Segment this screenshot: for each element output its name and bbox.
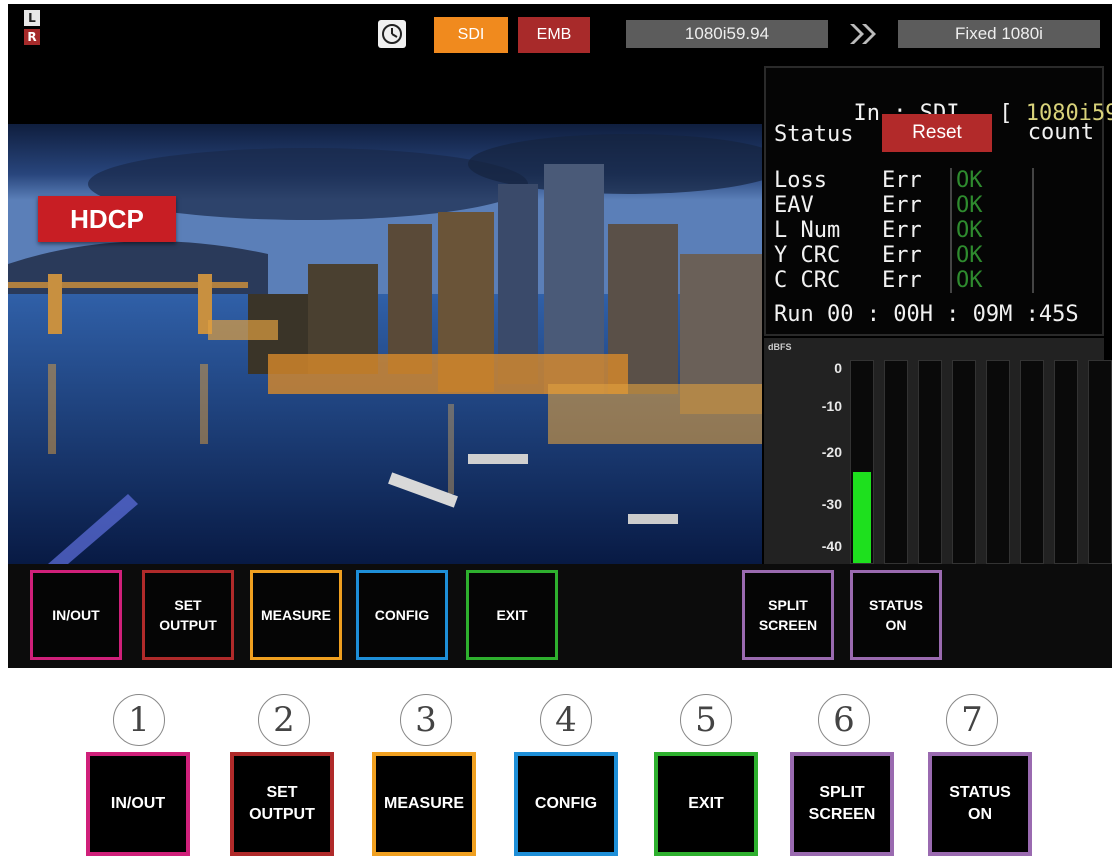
split-screen-button[interactable]: SPLIT SCREEN <box>742 570 834 660</box>
audio-channel-bar <box>1088 360 1112 564</box>
meter-tick: -30 <box>821 496 842 512</box>
signal-status-panel: In : SDI [ 1080i59.94 ] Status Reset cou… <box>764 66 1112 336</box>
meter-tick: -20 <box>821 444 842 460</box>
audio-channel-bar <box>952 360 976 564</box>
video-preview: HDCP <box>8 124 762 564</box>
monitor-screen: L R SDI EMB 1080i59.94 Fixed 1080i HDCP … <box>8 4 1112 668</box>
error-type: Err <box>882 243 922 268</box>
error-state: OK <box>950 193 1034 218</box>
error-row-eav: EAV Err OK <box>774 193 1034 218</box>
bracket-open: [ <box>999 101 1013 126</box>
run-time: Run 00 : 00H : 09M :45S <box>774 302 1079 327</box>
error-type: Err <box>882 168 922 193</box>
legend-set-output-button: SET OUTPUT <box>230 752 334 856</box>
error-name: EAV <box>774 193 814 218</box>
legend-exit-button: EXIT <box>654 752 758 856</box>
legend-number: 6 <box>818 694 870 746</box>
legend-number: 7 <box>946 694 998 746</box>
meter-unit-label: dBFS <box>768 342 792 352</box>
error-row-loss: Loss Err OK <box>774 168 1034 193</box>
audio-left-label: L <box>24 10 40 26</box>
audio-channel-bar <box>1020 360 1044 564</box>
error-type: Err <box>882 268 922 293</box>
exit-button[interactable]: EXIT <box>466 570 558 660</box>
city-night-image <box>8 124 762 564</box>
audio-channel-bar <box>884 360 908 564</box>
audio-level-fill <box>853 472 871 563</box>
audio-right-label: R <box>24 29 40 45</box>
legend-number: 2 <box>258 694 310 746</box>
error-name: L Num <box>774 218 841 243</box>
error-name: Y CRC <box>774 243 841 268</box>
input-format-display: 1080i59.94 <box>626 20 828 48</box>
source-emb-button[interactable]: EMB <box>518 17 590 53</box>
legend-config-button: CONFIG <box>514 752 618 856</box>
meter-tick: -40 <box>821 538 842 554</box>
double-chevron-right-icon <box>850 24 876 44</box>
output-format-display: Fixed 1080i <box>898 20 1100 48</box>
measure-button[interactable]: MEASURE <box>250 570 342 660</box>
error-state: OK <box>950 268 1034 293</box>
status-label: Status <box>774 122 854 147</box>
in-out-button[interactable]: IN/OUT <box>30 570 122 660</box>
error-name: C CRC <box>774 268 841 293</box>
count-label: count <box>1027 120 1094 145</box>
set-output-button[interactable]: SET OUTPUT <box>142 570 234 660</box>
config-button[interactable]: CONFIG <box>356 570 448 660</box>
audio-level-meter: dBFS 0 -10 -20 -30 -40 <box>764 338 1112 564</box>
error-type: Err <box>882 193 922 218</box>
reset-button[interactable]: Reset <box>882 114 992 152</box>
meter-tick: -10 <box>821 398 842 414</box>
error-name: Loss <box>774 168 827 193</box>
hdcp-warning-badge: HDCP <box>38 196 176 242</box>
error-state: OK <box>950 243 1034 268</box>
legend-measure-button: MEASURE <box>372 752 476 856</box>
error-type: Err <box>882 218 922 243</box>
audio-channel-bar <box>1054 360 1078 564</box>
audio-channel-bar <box>986 360 1010 564</box>
clock-icon[interactable] <box>378 20 406 48</box>
legend-number: 5 <box>680 694 732 746</box>
audio-channel-bar <box>850 360 874 564</box>
legend-in-out-button: IN/OUT <box>86 752 190 856</box>
error-state: OK <box>950 218 1034 243</box>
error-table: Loss Err OK EAV Err OK L Num Err OK Y CR… <box>774 168 1034 293</box>
error-row-ycrc: Y CRC Err OK <box>774 243 1034 268</box>
audio-channel-bar <box>918 360 942 564</box>
error-state: OK <box>950 168 1034 193</box>
function-menu-bar: IN/OUT SET OUTPUT MEASURE CONFIG EXIT SP… <box>8 564 1112 668</box>
source-sdi-button[interactable]: SDI <box>434 17 508 53</box>
error-row-lnum: L Num Err OK <box>774 218 1034 243</box>
status-on-button[interactable]: STATUS ON <box>850 570 942 660</box>
meter-tick: 0 <box>834 360 842 376</box>
error-row-ccrc: C CRC Err OK <box>774 268 1034 293</box>
legend-number: 1 <box>113 694 165 746</box>
legend-status-on-button: STATUS ON <box>928 752 1032 856</box>
legend-number: 4 <box>540 694 592 746</box>
audio-channel-indicator: L R <box>24 10 40 46</box>
legend-number: 3 <box>400 694 452 746</box>
legend-split-screen-button: SPLIT SCREEN <box>790 752 894 856</box>
